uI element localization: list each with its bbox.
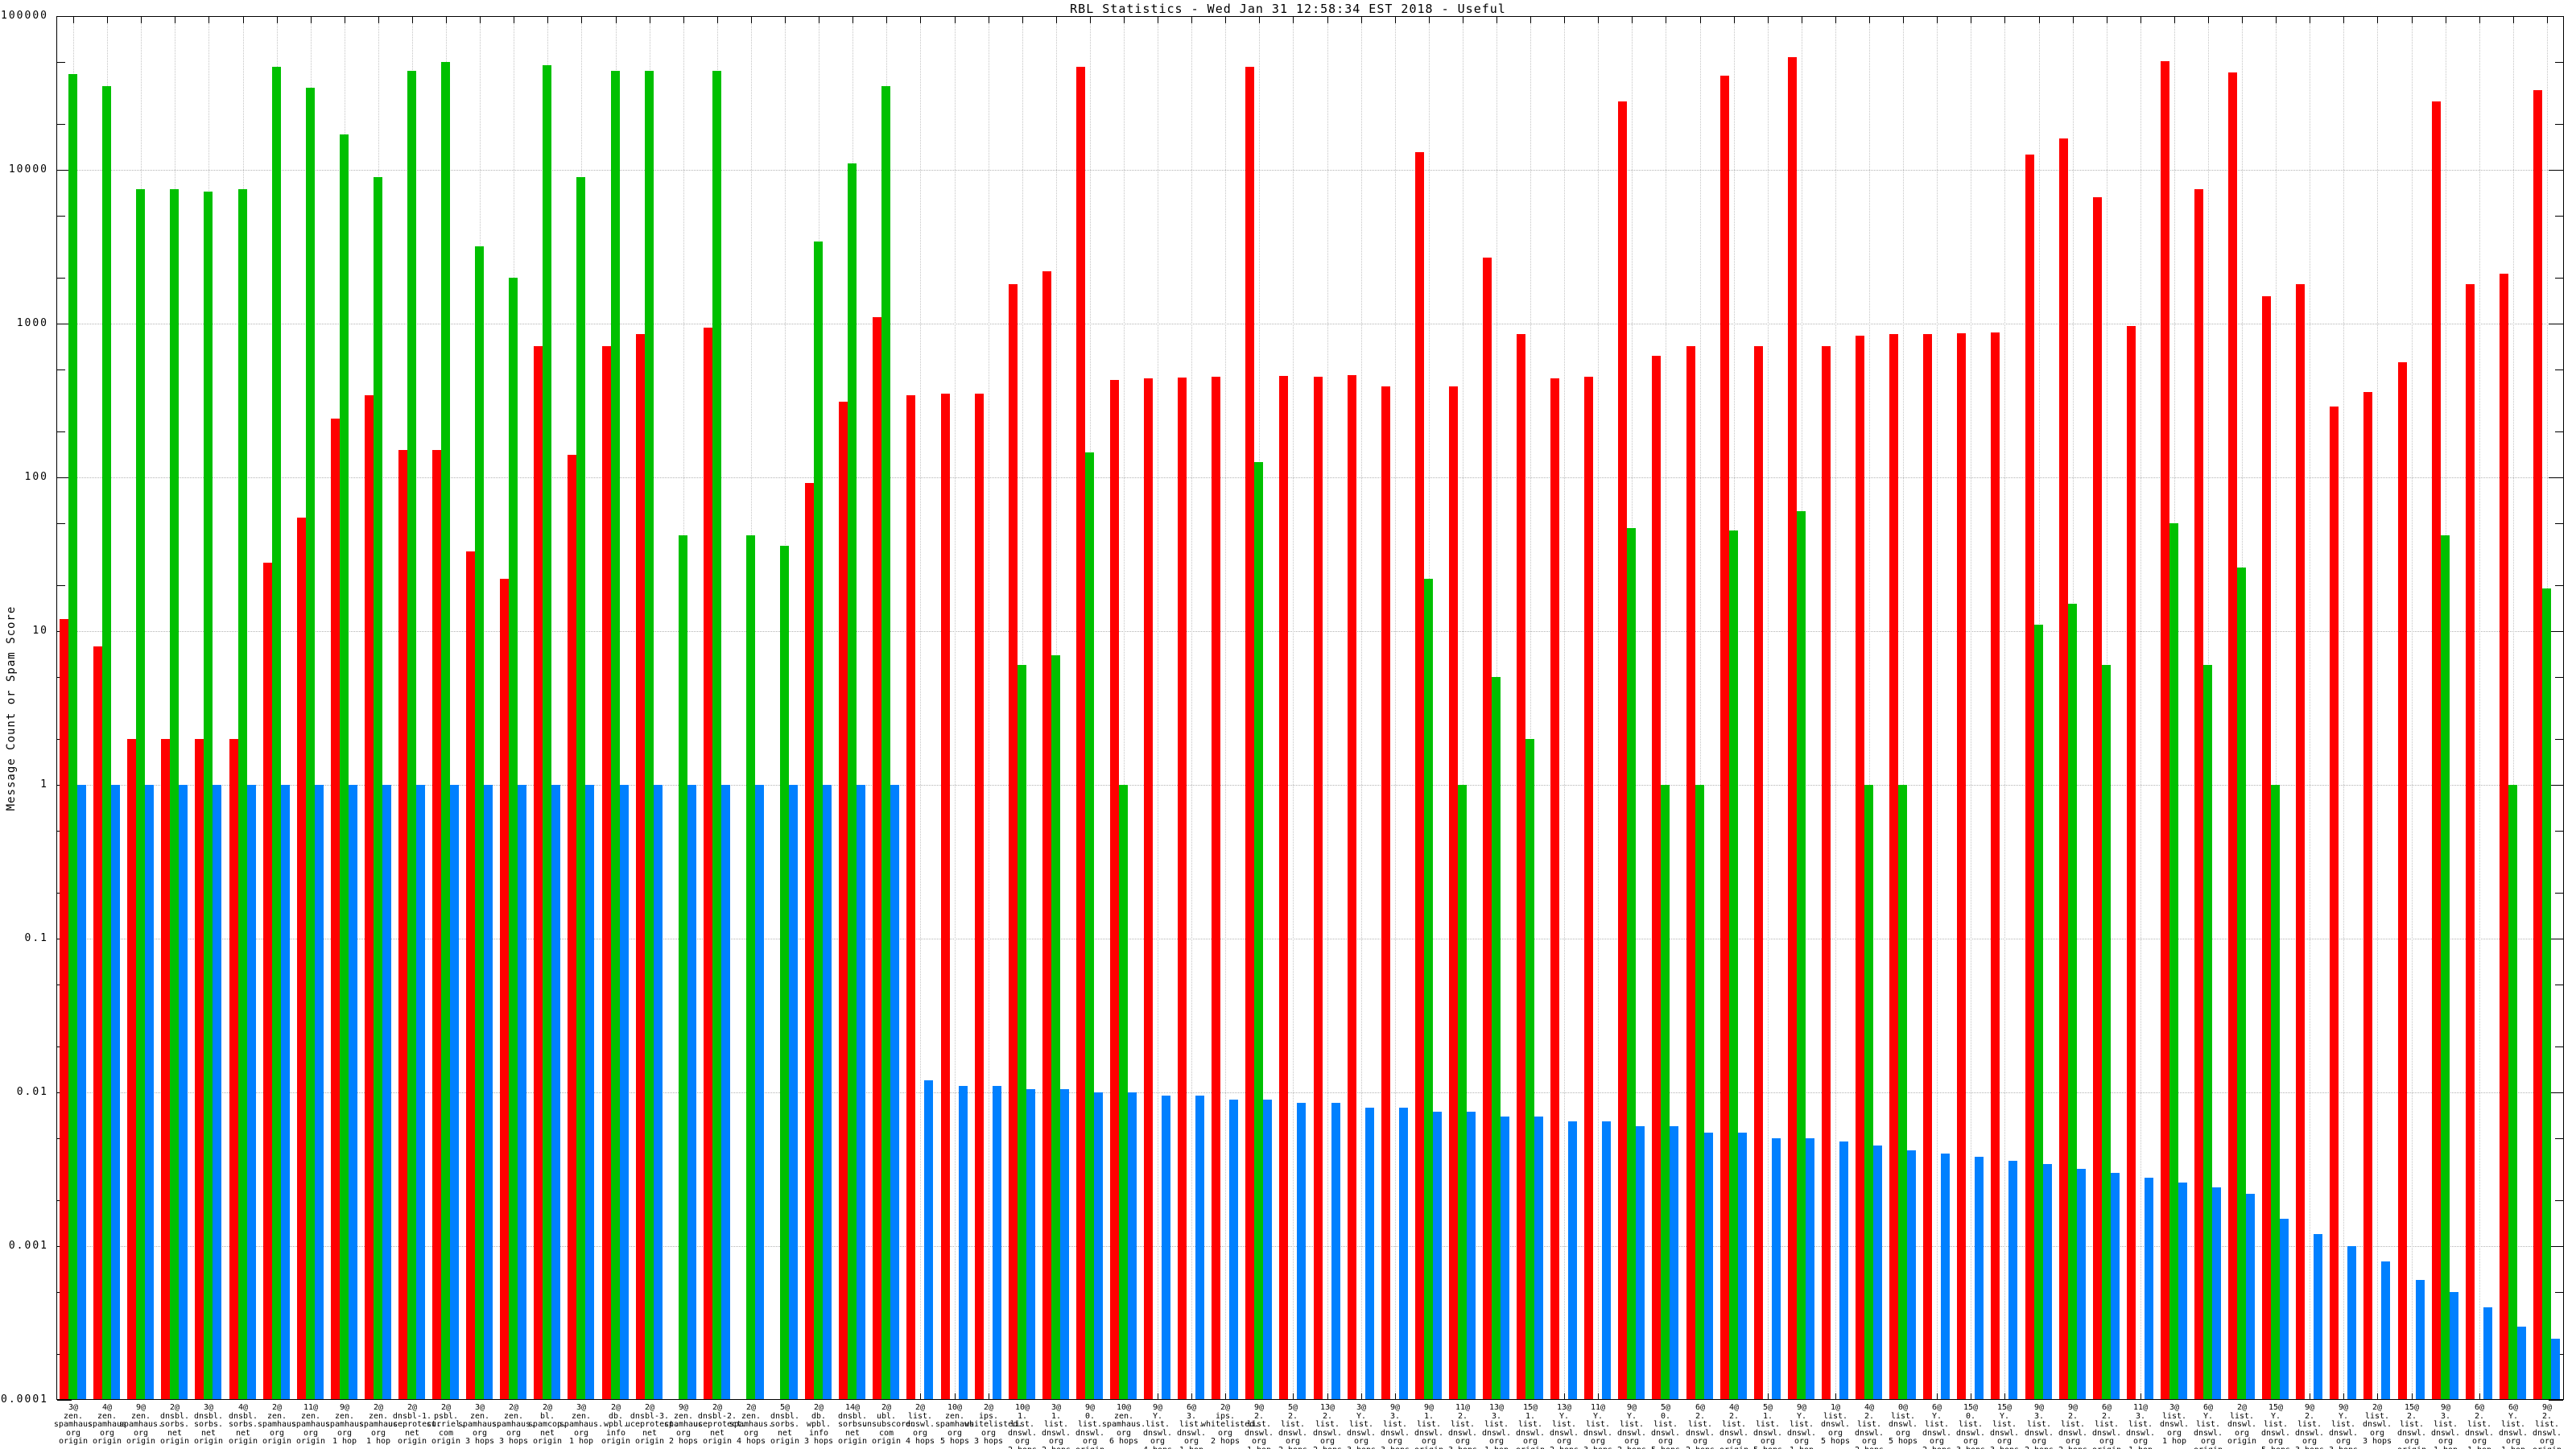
y-tick-label: 0.0001	[0, 1393, 48, 1406]
rbl-statistics-chart: RBL Statistics - Wed Jan 31 12:58:34 EST…	[0, 0, 2576, 1449]
y-tick-label: 100000	[0, 10, 48, 22]
y-tick-label: 1000	[0, 317, 48, 329]
y-tick-label: 100	[0, 471, 48, 483]
y-tick-label: 10000	[0, 163, 48, 175]
y-tick-label: 0.001	[0, 1240, 48, 1252]
chart-title: RBL Statistics - Wed Jan 31 12:58:34 EST…	[0, 2, 2576, 16]
x-group-label: 9@ 2. list. dnswl. org origin	[2523, 1404, 2571, 1449]
y-major-tick	[57, 1400, 72, 1401]
y-tick-label: 10	[0, 625, 48, 637]
y-tick-label: 0.1	[0, 932, 48, 944]
plot-border-rect	[56, 16, 2564, 1400]
y-tick-label: 0.01	[0, 1086, 48, 1098]
y-tick-label: 1	[0, 778, 48, 791]
y-major-tick	[2549, 1400, 2563, 1401]
